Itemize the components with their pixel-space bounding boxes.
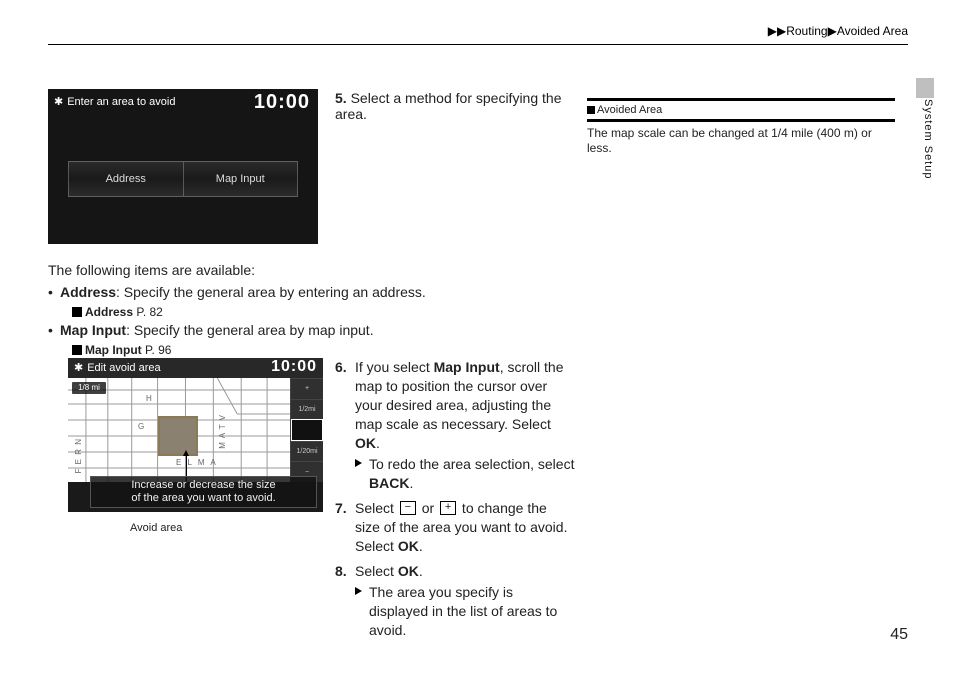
avoid-area-box[interactable]: [158, 416, 198, 456]
map-label: H: [146, 394, 152, 403]
side-tab-block: [916, 78, 934, 98]
zoom-scale[interactable]: 1/2mi: [291, 399, 323, 420]
bold: Map Input: [434, 359, 500, 375]
ref-icon: [72, 345, 82, 355]
map-input-button[interactable]: Map Input: [184, 161, 299, 197]
hint-box: Avoided Area The map scale can be change…: [587, 98, 895, 156]
map-label: G: [138, 422, 144, 431]
screenshot-enter-area: ✱Enter an area to avoid 10:00 Address Ma…: [48, 89, 318, 244]
item-name: Address: [60, 284, 116, 300]
ref-icon: [72, 307, 82, 317]
bullet-dot: •: [48, 321, 53, 340]
breadcrumb-current: Avoided Area: [837, 24, 908, 38]
screenshot1-title: ✱Enter an area to avoid: [54, 95, 175, 108]
gear-icon: ✱: [54, 96, 63, 108]
screenshot1-button-row: Address Map Input: [68, 161, 298, 197]
hint-title: Avoided Area: [597, 104, 662, 116]
hint-icon: [587, 106, 595, 114]
screenshot2-map-area: 1/8 mi H G E L M A F E R N M A T V + 1/2…: [68, 378, 323, 482]
gear-icon: ✱: [74, 362, 83, 374]
header-rule: [48, 44, 908, 45]
screenshot2-caption: Increase or decrease the size of the are…: [90, 476, 317, 508]
step-6: 6. If you select Map Input, scroll the m…: [335, 358, 575, 493]
map-label: F E R N: [74, 438, 83, 473]
screenshot-edit-avoid: ✱Edit avoid area 10:00 1/8 mi H G: [68, 358, 323, 512]
bullet-address: • Address: Specify the general area by e…: [60, 283, 570, 326]
step-6-sub: To redo the area selection, select BACK.: [355, 455, 575, 493]
ref-page: P. 82: [136, 305, 162, 319]
page-number: 45: [890, 626, 908, 644]
address-button[interactable]: Address: [68, 161, 184, 197]
screenshot2-title: ✱Edit avoid area: [74, 361, 161, 374]
plus-icon: +: [440, 501, 456, 515]
breadcrumb: ▶▶Routing▶Avoided Area: [758, 24, 908, 38]
zoom-scale-selected[interactable]: [291, 419, 323, 441]
breadcrumb-parent: Routing: [786, 24, 827, 38]
ref-label: Address: [85, 305, 133, 319]
item-desc: : Specify the general area by entering a…: [116, 284, 426, 300]
item-name: Map Input: [60, 322, 126, 338]
step-7: 7. Select − or + to change the size of t…: [335, 499, 575, 556]
step-5-text: Select a method for specifying the area.: [335, 90, 561, 122]
ref-label: Map Input: [85, 343, 142, 357]
hint-body: The map scale can be changed at 1/4 mile…: [587, 122, 895, 156]
triangle-icon: [355, 587, 362, 595]
zoom-strip: + 1/2mi 1/20mi −: [290, 378, 323, 482]
step-8: 8. Select OK. The area you specify is di…: [335, 562, 575, 640]
scale-badge: 1/8 mi: [72, 382, 106, 394]
cross-ref: Address P. 82: [72, 303, 570, 322]
bullet-dot: •: [48, 283, 53, 302]
map-canvas[interactable]: 1/8 mi H G E L M A F E R N M A T V: [68, 378, 290, 482]
map-label: M A T V: [218, 414, 227, 449]
step-8-sub: The area you specify is displayed in the…: [355, 583, 575, 640]
side-tab: System Setup: [916, 99, 934, 209]
screenshot2-clock: 10:00: [271, 358, 317, 376]
zoom-scale[interactable]: 1/20mi: [291, 441, 323, 462]
step-number: 5.: [335, 90, 347, 106]
step-5: 5. Select a method for specifying the ar…: [335, 90, 575, 122]
screenshot1-clock: 10:00: [254, 91, 310, 114]
step-list: 6. If you select Map Input, scroll the m…: [335, 358, 575, 646]
map-label: E L M A: [176, 458, 218, 467]
item-desc: : Specify the general area by map input.: [126, 322, 373, 338]
triangle-icon: [355, 459, 362, 467]
hint-title-row: Avoided Area: [587, 98, 895, 122]
available-intro: The following items are available:: [48, 262, 568, 278]
screenshot2-titlebar: ✱Edit avoid area 10:00: [68, 358, 323, 378]
zoom-in-button[interactable]: +: [291, 378, 323, 399]
minus-icon: −: [400, 501, 416, 515]
ref-page: P. 96: [145, 343, 171, 357]
bold: OK: [355, 435, 376, 451]
avoid-area-callout-label: Avoid area: [130, 522, 182, 534]
